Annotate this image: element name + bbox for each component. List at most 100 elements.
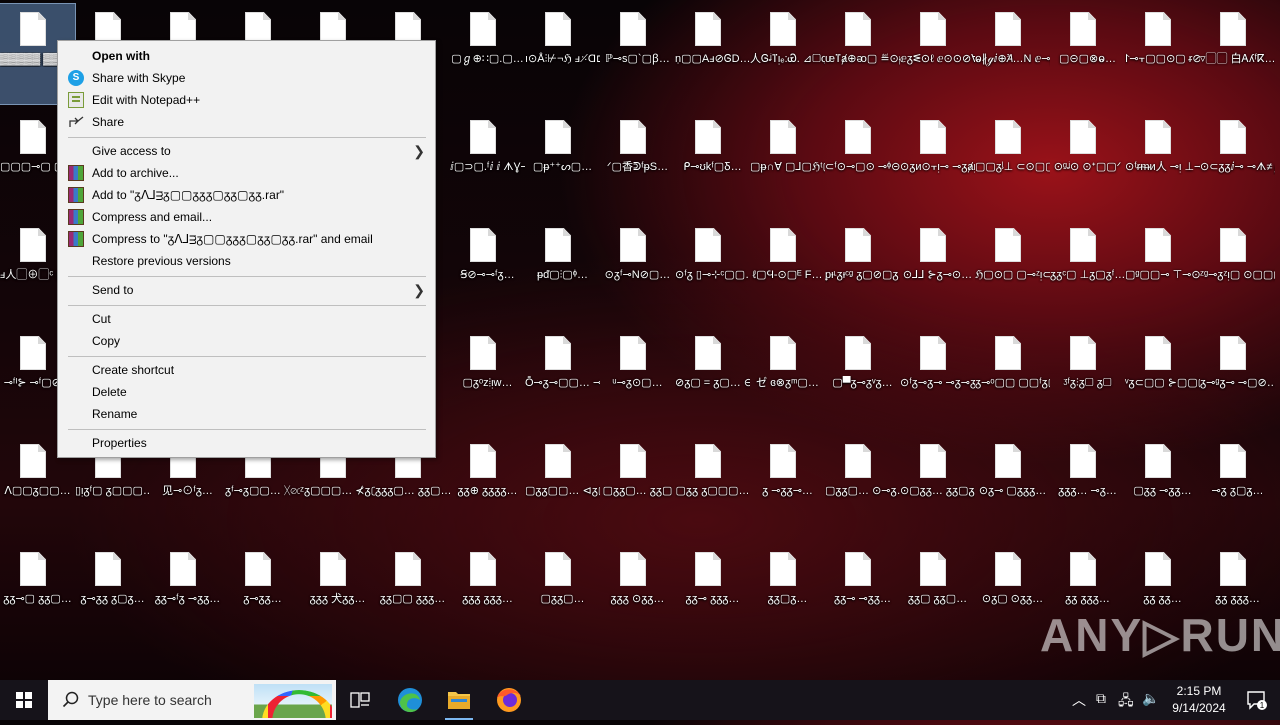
menu-delete[interactable]: Delete — [58, 381, 435, 403]
desktop-file-icon[interactable]: ᵹ⊸ᶢᵹ⊸ ⊸▢⊘… — [1200, 328, 1275, 428]
desktop-file-icon[interactable]: ᵱᵻᶫᵹᵻᶜᶢ ᵹ▢⊘▢ᵹ… — [825, 220, 900, 320]
desktop-file-icon[interactable]: ᵹᵹᵹ… ⊸ᵹ… — [1050, 436, 1125, 536]
desktop-file-icon[interactable]: ▢ᵹᵹ▢… ᵹᵹ▢ — [600, 436, 675, 536]
desktop-file-icon[interactable]: ▢▢ᵹᶪ⊥ ⊂⊙▢▢≋ — [975, 112, 1050, 212]
desktop-file-icon[interactable]: ᵹᵹ⊸▢ ᵹᵹ▢… — [0, 544, 75, 644]
desktop-file-icon[interactable]: ▢ᵹᵹ▢▢… ⊲ᵹ▢… — [525, 436, 600, 536]
desktop-file-label: ᵹ⊸ᶢᵹ⊸ ⊸▢⊘… — [1200, 377, 1275, 389]
file-explorer-button[interactable] — [435, 680, 483, 720]
firefox-button[interactable] — [485, 680, 533, 720]
desktop-file-icon[interactable]: ▢ᵹᵹ ᵹ▢▢▢… — [675, 436, 750, 536]
desktop-file-icon[interactable]: ⱺ∦ℊⅈ⊕Ꞻ…N ⅇ⊸ᵽ⁻ⁿ… — [975, 4, 1050, 104]
desktop-file-icon[interactable]: ᵹᵹ⊸ ⊸ᵹᵹ… — [825, 544, 900, 644]
desktop-file-icon[interactable]: ▢▀ᵹ⊸ᵹᵛᵹ… — [825, 328, 900, 428]
desktop-file-icon[interactable]: Ȭ⊸ᵹ⊸▢▢… ⊸ᵹ▢ℚ — [525, 328, 600, 428]
desktop-file-icon[interactable]: ᶻᶢ⊸ᵹᶻᴉ▢ ⊙▢▢▢⊙… — [1200, 220, 1275, 320]
menu-compress-email[interactable]: Compress and email... — [58, 206, 435, 228]
menu-restore-versions[interactable]: Restore previous versions — [58, 250, 435, 272]
desktop-file-icon[interactable]: ᵹᵹ▢ᵹ… — [750, 544, 825, 644]
desktop-file-icon[interactable]: ▢ℊ⊕∷▢.▢… — [450, 4, 525, 104]
chevron-up-icon[interactable]: ︿ — [1072, 690, 1086, 710]
desktop-file-icon[interactable]: ⊙ᵹᶠ⊸N⊘▢… — [600, 220, 675, 320]
menu-edit-notepad[interactable]: Edit with Notepad++ — [58, 89, 435, 111]
task-view-button[interactable] — [336, 680, 384, 720]
search-box[interactable]: Type here to search — [48, 680, 336, 720]
desktop-file-icon[interactable]: ℌ▢⊙▢ ▢⊸ᶻᴉ⊂… — [975, 220, 1050, 320]
desktop-file-icon[interactable]: ⊘ᵹ▢ = ᵹ▢… ⊖⊸ᵹ▢▄ — [675, 328, 750, 428]
menu-share-skype[interactable]: S Share with Skype — [58, 67, 435, 89]
desktop-file-icon[interactable]: 人Ꮆᶨⴶᴉₑ:Ꮿ. ⊿▢ꝗ — [750, 4, 825, 104]
desktop-file-icon[interactable]: ᵹ⊸ᵹᵹ ᵹ▢ᵹ… — [75, 544, 150, 644]
desktop-file-icon[interactable]: ᵹᵹ⊸ ᵹᵹᵹ… — [675, 544, 750, 644]
desktop-file-icon[interactable]: Ꞩ⊘⊸⊸ᶠᵹ… — [450, 220, 525, 320]
desktop-file-icon[interactable]: ▢ᵽ⁺⁺ᔕ▢… — [525, 112, 600, 212]
menu-add-to-rar[interactable]: Add to "ᵹᐱ⅃ᴟᵹ▢▢ᵹᵹᵹ▢ᵹᵹ▢ᵹᵹ.rar" — [58, 184, 435, 206]
menu-rename[interactable]: Rename — [58, 403, 435, 425]
edge-button[interactable] — [386, 680, 434, 720]
desktop-file-icon[interactable]: ᶾᶠᵹ⫶ᵹ▢ ᵹ▢ — [1050, 328, 1125, 428]
desktop-file-icon[interactable]: ▢ᵽ∩Ɐ ▢⅃▢ℌᵗ▢… — [750, 112, 825, 212]
desktop-file-icon[interactable]: ᵹᵹ⊕ ᵹᵹᵹᵹ… — [450, 436, 525, 536]
desktop-file-icon[interactable]: ⊙⊂ᵹᵹⅈ⊸ ⊸ᗑ≠ℊ… — [1200, 112, 1275, 212]
menu-create-shortcut[interactable]: Create shortcut — [58, 359, 435, 381]
desktop-file-icon[interactable]: ᵛᵹ⊂▢▢ ⊱▢▢▢… — [1125, 328, 1200, 428]
desktop-file-icon[interactable]: ⊙ᶠᵹ ▯⊸⊹ᶜ▢▢… — [675, 220, 750, 320]
desktop-file-icon[interactable]: ⊙▢ᵹᵹ… ᵹᵹ▢ᵹ… — [900, 436, 975, 536]
desktop-file-icon[interactable]: ᵹ⊸ᵹᵹ… — [225, 544, 300, 644]
desktop-file-icon[interactable]: ▢ᵹᵹ▢… ⊙⊸ᵹ… — [825, 436, 900, 536]
menu-give-access[interactable]: Give access to ❯ — [58, 140, 435, 162]
volume-icon[interactable]: 🔈 — [1142, 690, 1159, 707]
desktop-file-icon[interactable]: ᵽᵭ▢⫶▢ᶲ… — [525, 220, 600, 320]
menu-cut[interactable]: Cut — [58, 308, 435, 330]
desktop-file-icon[interactable]: ⊸ᵹ ᵹ▢ᵹ… — [1200, 436, 1275, 536]
notification-center-button[interactable]: 1 — [1246, 690, 1268, 710]
desktop-file-icon[interactable]: ⨡⊸⫟▢▢⊙▢ ᵲ⊘ꝗ夗… — [1125, 4, 1200, 104]
desktop-file-icon[interactable]: ᵹ ⊸ᵹᵹ⊸… — [750, 436, 825, 536]
desktop-file-icon[interactable]: ᵹᵹᵹ ⊙ᵹᵹ… — [600, 544, 675, 644]
desktop-file-icon[interactable]: ▢ᶢ▢▢⊸ ⊤⊸⊙▢… — [1125, 220, 1200, 320]
desktop-file-icon[interactable]: ᐟ▢香ᕲᶠᵽS… — [600, 112, 675, 212]
desktop-file-icon[interactable]: ᵹᵹ▢▢ ᵹᵹᵹ… — [375, 544, 450, 644]
desktop-file-icon[interactable]: ▢⊝▢⊗ⱺ… — [1050, 4, 1125, 104]
desktop-file-icon[interactable]: ⊙ᶠᵲᵯᴎ人 ⊸ᴉ ⊥⊸ᶠ… — [1125, 112, 1200, 212]
desktop-file-icon[interactable]: ᑭ⊸ʊkᶠ▢Ᵹ… — [675, 112, 750, 212]
desktop-file-icon[interactable]: ⊙ᶠᵹ⊸ᵹ⊸ ⊸ᵹ⊸ᵹ⊸… — [900, 328, 975, 428]
desktop-file-icon[interactable]: ℙ⊸ѕ▢`▢ꞵ… — [600, 4, 675, 104]
desktop-file-icon[interactable]: ⊙ᵹ▢ ⊙ᵹᵹ… — [975, 544, 1050, 644]
desktop-file-icon[interactable]: ᵹᵹ⊸ᶠᵹ ⊸ᵹᵹ… — [150, 544, 225, 644]
start-button[interactable] — [0, 680, 48, 720]
desktop-file-icon[interactable]: ᵹ⊸ᵒ▢▢ ▢▢ᶠᵹ▢… — [975, 328, 1050, 428]
clock[interactable]: 2:15 PM 9/14/2024 — [1164, 683, 1234, 717]
desktop-file-icon[interactable]: ᵹᵹᵹ ᵹᵹᵹ… — [450, 544, 525, 644]
desktop-file-icon[interactable]: ṇ▢▢Aⅎ⊘ᎶD… — [675, 4, 750, 104]
desktop-file-icon[interactable]: ▢ᵹᵒᴢ⦙ᴉw… — [450, 328, 525, 428]
desktop-file-icon[interactable]: ᵹᵹᶜ▢ ⊥ᵹ▢ᵹᶠ… — [1050, 220, 1125, 320]
network-adapter-icon[interactable]: ⧉ — [1096, 690, 1106, 707]
menu-copy[interactable]: Copy — [58, 330, 435, 352]
desktop-file-icon[interactable]: ᵘ⊸ᵹ⊙▢… — [600, 328, 675, 428]
desktop-file-icon[interactable]: ⊙ᵹ⊸ ▢ᵹᵹᵹ… — [975, 436, 1050, 536]
menu-compress-rar-email[interactable]: Compress to "ᵹᐱ⅃ᴟᵹ▢▢ᵹᵹᵹ▢ᵹᵹ▢ᵹᵹ.rar" and e… — [58, 228, 435, 250]
desktop-file-icon[interactable]: ⅇᵹᓬ⊙ℓ ⅇ⊙⊙⊘Ɐ… — [900, 4, 975, 104]
desktop-file-icon[interactable]: ⊂ᶠ⊙⊸▢⊙ ⊸ᶲ⊝▢▢ᵱ… — [825, 112, 900, 212]
desktop-file-icon[interactable]: ᵹᵹ▢ ᵹᵹ▢… — [900, 544, 975, 644]
desktop-file-icon[interactable]: ı⊙Å⫶⊬¬ℌ ⅎ⸓Ɑ⊏ﾭ… — [525, 4, 600, 104]
menu-send-to[interactable]: Send to ❯ — [58, 279, 435, 301]
desktop-file-icon[interactable]: ⊙ᶢᶨ⊙ ⊙ᐩ▢▢ᐟ — [1050, 112, 1125, 212]
desktop-file-icon[interactable]: ▢ᵹᵹ ⊸ᵹᵹ… — [1125, 436, 1200, 536]
desktop-file-icon[interactable]: ⊙⅃⅃ ⊱ᵹ⊸⊙… — [900, 220, 975, 320]
desktop-file-icon[interactable]: ᵹᵹᵹ 犬ᵹᵹ… — [300, 544, 375, 644]
menu-share[interactable]: Share — [58, 111, 435, 133]
notification-icon: 1 — [1247, 691, 1267, 710]
desktop-file-icon[interactable]: ᵫⴶⱥ⊕ᴔ▢ ≝⊙ᵽ≣ᵂ… — [825, 4, 900, 104]
network-icon[interactable]: 🖧 — [1118, 690, 1134, 714]
desktop-file-icon[interactable]: ⅈ▢⊃▢.ᶠⅈ ⅈ ᗑƔ⊸ℌ▢… — [450, 112, 525, 212]
desktop-file-icon[interactable]: ⊙ᵹᴎ⊙⫟ᴉ⊸ ⊸ᵹⱥᴉ▢… — [900, 112, 975, 212]
menu-add-archive[interactable]: Add to archive... — [58, 162, 435, 184]
menu-open-with[interactable]: Open with — [58, 45, 435, 67]
desktop-file-icon[interactable]: ▿▢▢ 白Ꭺʎᶠⴽ… — [1200, 4, 1275, 104]
desktop-file-icon[interactable]: ゼ ɞ⊗ᵹᵐ▢… — [750, 328, 825, 428]
desktop-file-icon[interactable]: ▢ᵹᵹ▢… — [525, 544, 600, 644]
desktop-file-icon[interactable]: ℓ▢Ϥ-⊙▢ᴱ F… — [750, 220, 825, 320]
menu-properties[interactable]: Properties — [58, 432, 435, 454]
